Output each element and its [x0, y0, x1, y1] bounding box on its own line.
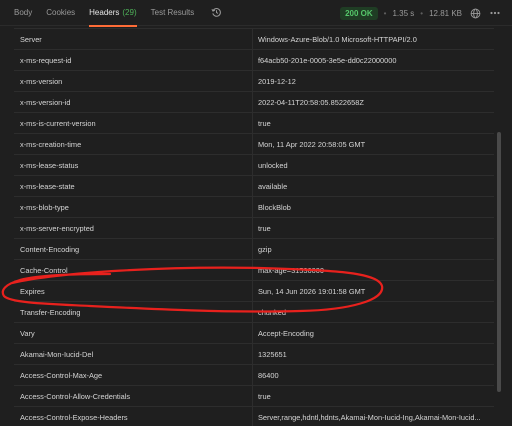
tab-test-results[interactable]: Test Results — [144, 0, 202, 26]
header-key[interactable]: Access-Control-Max-Age — [14, 364, 253, 386]
tab-body-label: Body — [14, 8, 33, 17]
header-value[interactable]: Sun, 14 Jun 2026 19:01:58 GMT — [253, 281, 494, 302]
header-value[interactable]: true — [253, 218, 494, 239]
header-value[interactable]: Windows-Azure-Blob/1.0 Microsoft-HTTPAPI… — [253, 29, 494, 50]
header-key[interactable]: Vary — [14, 322, 253, 344]
table-row-expires: Expires Sun, 14 Jun 2026 19:01:58 GMT — [14, 280, 494, 302]
header-key[interactable]: x-ms-server-encrypted — [14, 217, 253, 239]
table-row: Akamai-Mon-Iucid-Del 1325651 — [14, 343, 494, 365]
tab-cookies[interactable]: Cookies — [39, 0, 82, 26]
table-row: x-ms-lease-state available — [14, 175, 494, 197]
header-key[interactable]: x-ms-version — [14, 70, 253, 92]
header-key[interactable]: x-ms-lease-state — [14, 175, 253, 197]
header-value[interactable]: true — [253, 386, 494, 407]
table-row: Content-Encoding gzip — [14, 238, 494, 260]
header-value[interactable]: 2019-12-12 — [253, 71, 494, 92]
table-row: x-ms-version-id 2022-04-11T20:58:05.85226… — [14, 91, 494, 113]
header-key[interactable]: x-ms-lease-status — [14, 154, 253, 176]
globe-icon[interactable] — [468, 6, 482, 20]
header-key[interactable]: Access-Control-Expose-Headers — [14, 406, 253, 426]
header-value[interactable]: max-age=31536000 — [253, 260, 494, 281]
table-row: Vary Accept-Encoding — [14, 322, 494, 344]
table-row: x-ms-blob-type BlockBlob — [14, 196, 494, 218]
tab-headers[interactable]: Headers (29) — [82, 0, 143, 27]
more-icon[interactable] — [488, 6, 502, 20]
header-key[interactable]: x-ms-blob-type — [14, 196, 253, 218]
header-value[interactable]: Server,range,hdntl,hdnts,Akamai-Mon-Iuci… — [253, 407, 494, 426]
tab-body[interactable]: Body — [0, 0, 39, 26]
table-row: Server Windows-Azure-Blob/1.0 Microsoft-H… — [14, 28, 494, 50]
header-value[interactable]: 2022-04-11T20:58:05.8522658Z — [253, 92, 494, 113]
header-key[interactable]: Akamai-Mon-Iucid-Del — [14, 343, 253, 365]
table-row: Transfer-Encoding chunked — [14, 301, 494, 323]
header-value[interactable]: 86400 — [253, 365, 494, 386]
tab-headers-label: Headers — [89, 8, 120, 17]
header-key[interactable]: x-ms-request-id — [14, 49, 253, 71]
header-key[interactable]: Expires — [14, 280, 253, 302]
header-key[interactable]: Content-Encoding — [14, 238, 253, 260]
table-row: x-ms-server-encrypted true — [14, 217, 494, 239]
header-key[interactable]: Cache-Control — [14, 259, 253, 281]
header-value[interactable]: Mon, 11 Apr 2022 20:58:05 GMT — [253, 134, 494, 155]
header-value[interactable]: chunked — [253, 302, 494, 323]
history-icon[interactable] — [209, 6, 223, 20]
response-status-area: 200 OK • 1.35 s • 12.81 KB — [340, 0, 502, 26]
table-row: Access-Control-Max-Age 86400 — [14, 364, 494, 386]
separator-dot: • — [420, 8, 424, 18]
table-row: Access-Control-Allow-Credentials true — [14, 385, 494, 407]
separator-dot: • — [383, 8, 387, 18]
table-row: x-ms-request-id f64acb50-201e-0005-3e5e-d… — [14, 49, 494, 71]
header-value[interactable]: BlockBlob — [253, 197, 494, 218]
header-key[interactable]: x-ms-creation-time — [14, 133, 253, 155]
response-size[interactable]: 12.81 KB — [429, 9, 462, 18]
header-key[interactable]: Server — [14, 28, 253, 50]
header-key[interactable]: x-ms-version-id — [14, 91, 253, 113]
headers-table: Server Windows-Azure-Blob/1.0 Microsoft-H… — [14, 28, 494, 426]
tab-cookies-label: Cookies — [46, 8, 76, 17]
scrollbar-thumb[interactable] — [497, 132, 501, 392]
table-row: Access-Control-Expose-Headers Server,rang… — [14, 406, 494, 426]
response-time[interactable]: 1.35 s — [392, 9, 414, 18]
header-value[interactable]: available — [253, 176, 494, 197]
header-key[interactable]: Access-Control-Allow-Credentials — [14, 385, 253, 407]
header-key[interactable]: x-ms-is-current-version — [14, 112, 253, 134]
header-value[interactable]: Accept-Encoding — [253, 323, 494, 344]
header-value[interactable]: 1325651 — [253, 344, 494, 365]
response-panel: Body Cookies Headers (29) Test Results 2… — [0, 0, 512, 426]
table-row: x-ms-version 2019-12-12 — [14, 70, 494, 92]
status-badge[interactable]: 200 OK — [340, 6, 378, 20]
table-row: x-ms-lease-status unlocked — [14, 154, 494, 176]
table-row: x-ms-is-current-version true — [14, 112, 494, 134]
headers-count-badge: (29) — [122, 8, 137, 17]
header-key[interactable]: Transfer-Encoding — [14, 301, 253, 323]
table-row: x-ms-creation-time Mon, 11 Apr 2022 20:58… — [14, 133, 494, 155]
header-value[interactable]: gzip — [253, 239, 494, 260]
table-row: Cache-Control max-age=31536000 — [14, 259, 494, 281]
header-value[interactable]: f64acb50-201e-0005-3e5e-dd0c22000000 — [253, 50, 494, 71]
header-value[interactable]: true — [253, 113, 494, 134]
header-value[interactable]: unlocked — [253, 155, 494, 176]
tab-test-results-label: Test Results — [150, 8, 195, 17]
